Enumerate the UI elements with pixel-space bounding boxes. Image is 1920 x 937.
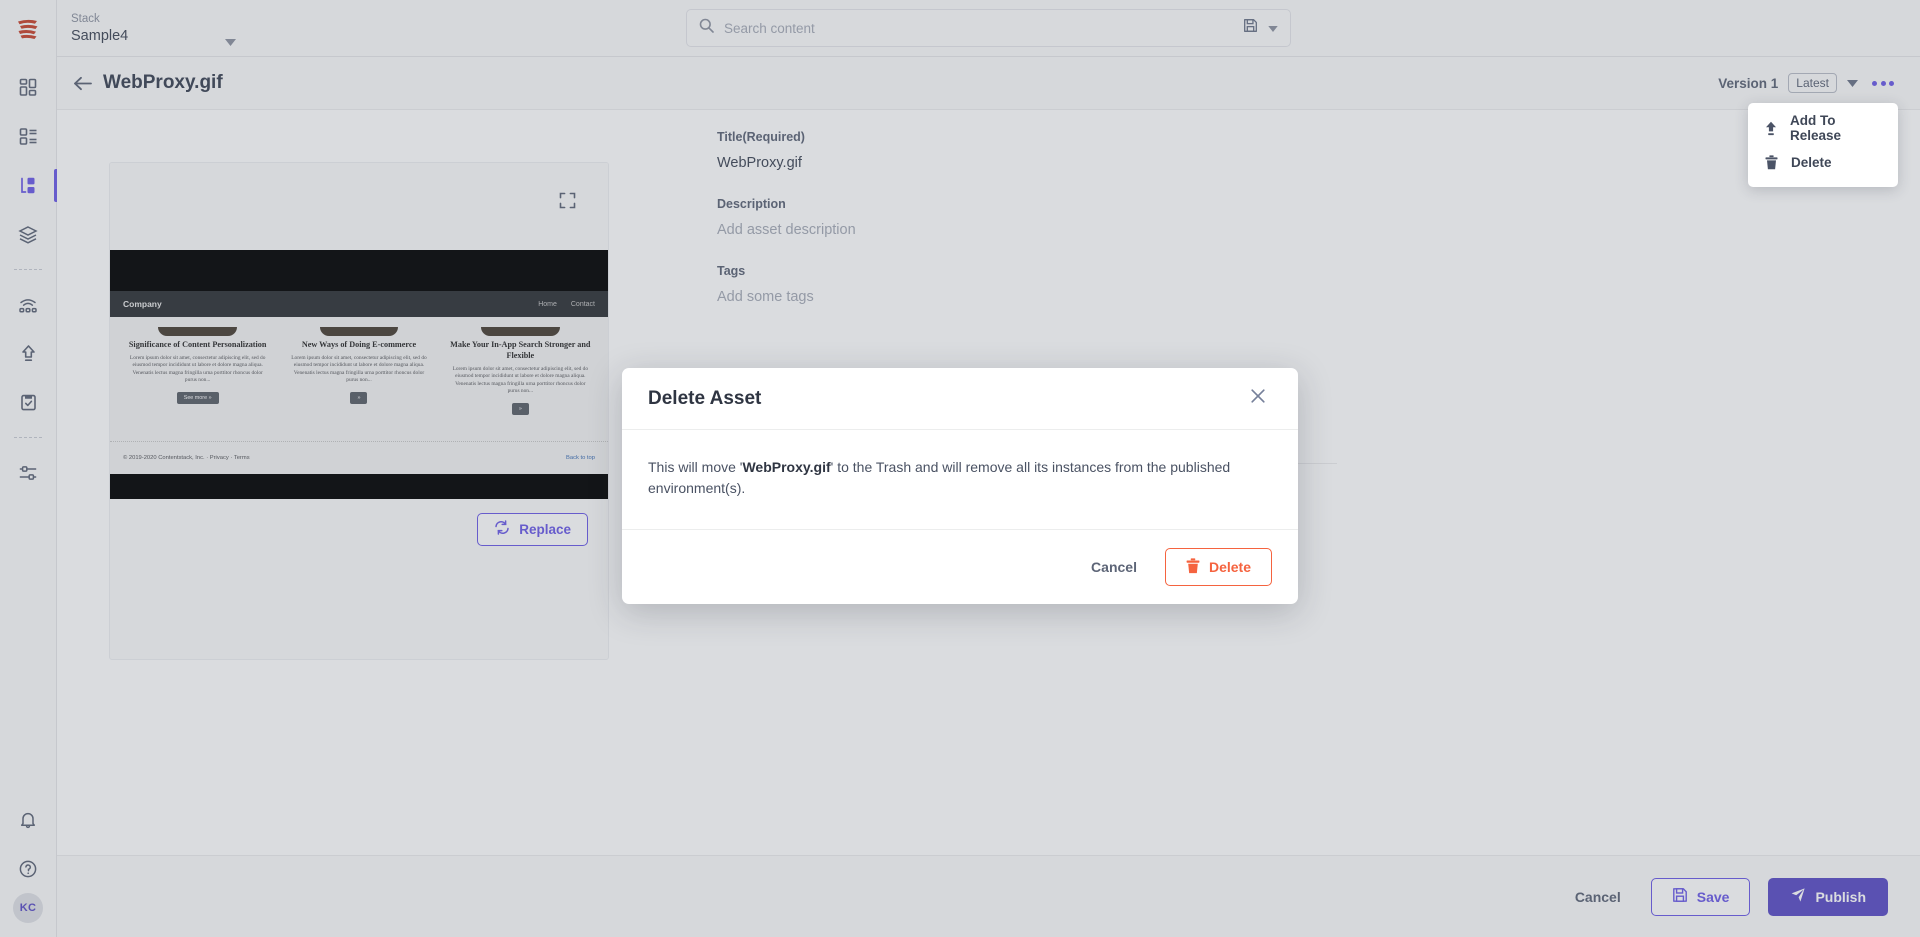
- modal-message-asset-name: WebProxy.gif: [742, 459, 831, 475]
- delete-asset-modal: Delete Asset This will move 'WebProxy.gi…: [622, 368, 1298, 604]
- modal-message: This will move 'WebProxy.gif' to the Tra…: [648, 457, 1272, 499]
- close-button[interactable]: [1244, 382, 1272, 415]
- modal-message-before: This will move ': [648, 459, 743, 475]
- app-root: KC Stack Sample4 Search content WebProxy…: [0, 0, 1920, 937]
- trash-icon: [1764, 154, 1779, 170]
- modal-delete-button[interactable]: Delete: [1164, 548, 1272, 586]
- asset-context-menu: Add To Release Delete: [1748, 103, 1898, 187]
- menu-item-delete[interactable]: Delete: [1748, 145, 1898, 179]
- modal-delete-label: Delete: [1208, 559, 1251, 575]
- modal-cancel-button[interactable]: Cancel: [1079, 549, 1149, 585]
- close-icon: [1251, 389, 1265, 403]
- modal-title: Delete Asset: [648, 387, 762, 409]
- menu-item-label: Add To Release: [1790, 113, 1842, 143]
- modal-body: This will move 'WebProxy.gif' to the Tra…: [622, 430, 1298, 529]
- modal-footer: Cancel Delete: [622, 529, 1298, 604]
- menu-item-label: Delete: [1791, 154, 1832, 170]
- menu-item-add-to-release[interactable]: Add To Release: [1748, 111, 1898, 145]
- trash-icon: [1186, 557, 1200, 577]
- modal-header: Delete Asset: [622, 368, 1298, 430]
- upload-icon: [1764, 121, 1778, 136]
